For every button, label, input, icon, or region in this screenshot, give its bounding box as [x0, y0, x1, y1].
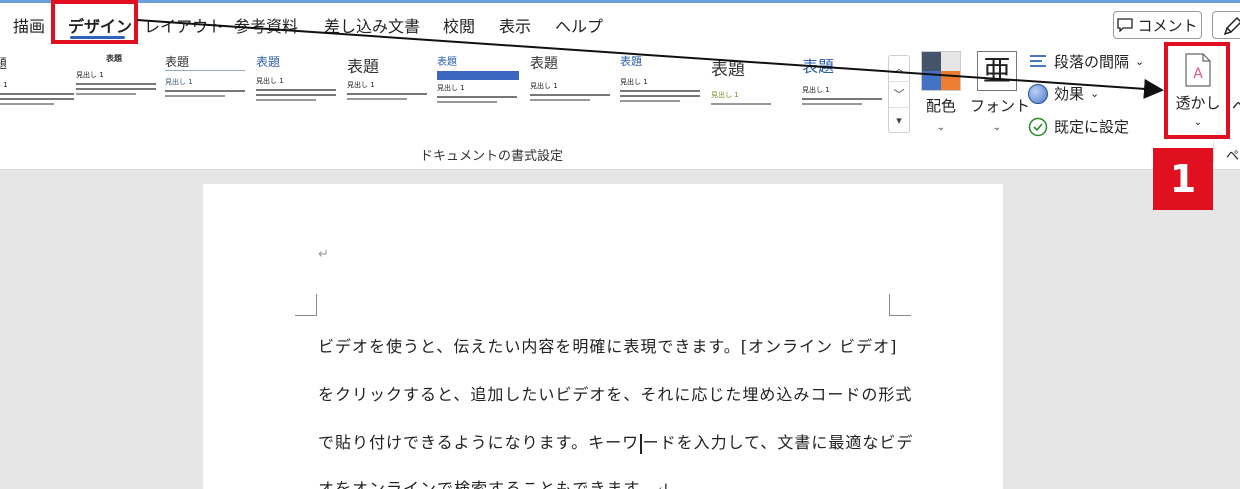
group-label-document-formatting: ドキュメントの書式設定 [420, 149, 564, 164]
paragraph-spacing-label: 段落の間隔 [1054, 53, 1130, 71]
gallery-scroll-down-icon[interactable]: ﹀ [889, 82, 909, 108]
tab-references[interactable]: 参考資料 [234, 13, 298, 37]
chevron-down-icon: ⌄ [936, 122, 946, 133]
chevron-down-icon: ⌄ [1135, 55, 1145, 68]
fonts-button[interactable]: 亜 フォント ⌄ [970, 51, 1031, 133]
document-text-line[interactable]: で貼り付けできるようになります。キーワ ードを入力して、文書に最適なビデ [318, 429, 913, 454]
color-palette-icon [921, 51, 961, 91]
chevron-down-icon: ⌄ [1090, 87, 1100, 100]
tab-mailings[interactable]: 差し込み文書 [324, 13, 420, 37]
highlight-watermark-button [1164, 42, 1230, 139]
font-icon: 亜 [977, 51, 1017, 91]
effects-label: 効果 [1054, 85, 1085, 103]
paragraph-spacing-icon [1030, 54, 1046, 67]
gallery-more-icon[interactable]: ▾ [889, 108, 909, 134]
style-set-thumb[interactable]: 表題 見出し 1 [437, 53, 521, 123]
comment-button[interactable]: コメント [1113, 11, 1202, 39]
style-set-thumb[interactable]: 表題 見出し 1 [256, 53, 340, 123]
page-color-partial-label[interactable]: ペ [1232, 95, 1240, 116]
check-circle-icon [1028, 117, 1048, 136]
text-cursor [640, 433, 642, 454]
chevron-down-icon: ⌄ [992, 122, 1002, 133]
gallery-scroll-up-icon[interactable]: ︿ [889, 56, 909, 82]
colors-button-label: 配色 [925, 97, 956, 115]
style-set-thumb[interactable]: 表題 見出し 1 [530, 53, 614, 123]
style-set-thumb[interactable]: 表題 見出し 1 [165, 53, 249, 123]
style-set-thumb[interactable]: 題 し 1 [0, 53, 78, 123]
tab-review[interactable]: 校閲 [443, 13, 475, 37]
document-text-segment: で貼り付けできるようになります。キーワ [318, 433, 640, 452]
document-text-segment: ードを入力して、文書に最適なビデ [642, 433, 914, 452]
set-default-button[interactable]: 既定に設定 [1028, 116, 1129, 137]
document-text-line[interactable]: ビデオを使うと、伝えたい内容を明確に表現できます。[オンライン ビデオ] [318, 333, 897, 357]
gallery-scroll: ︿ ﹀ ▾ [888, 55, 910, 133]
style-set-thumb[interactable]: 表題 見出し 1 [76, 53, 160, 123]
tab-layout[interactable]: レイアウト [144, 13, 224, 37]
style-set-gallery: 題 し 1 表題 見出し 1 表題 見出し 1 表題 見出し 1 表題 見出し … [0, 53, 888, 123]
style-set-thumb[interactable]: 表題 見出し 1 [347, 53, 431, 123]
style-set-thumb[interactable]: 表題 見出し 1 [711, 53, 795, 123]
margin-corner-right [889, 294, 911, 316]
group-divider [1213, 141, 1214, 163]
ribbon-tab-bar: 描画 デザイン レイアウト 参考資料 差し込み文書 校閲 表示 ヘルプ コメント [0, 3, 1240, 43]
ribbon-design: 題 し 1 表題 見出し 1 表題 見出し 1 表題 見出し 1 表題 見出し … [0, 43, 1240, 170]
comment-icon [1117, 18, 1134, 32]
margin-corner-left [295, 294, 317, 316]
effects-icon [1028, 83, 1048, 104]
page-background-group-partial-label: ペ [1226, 149, 1240, 164]
paragraph-mark: ↵ [318, 247, 329, 262]
comment-button-label: コメント [1137, 16, 1198, 35]
document-text-line[interactable]: オをオンラインで検索することもできます。↵ [318, 475, 670, 489]
paragraph-spacing-button[interactable]: 段落の間隔 ⌄ [1028, 51, 1144, 72]
editing-button[interactable] [1212, 11, 1240, 39]
tab-draw[interactable]: 描画 [13, 13, 45, 37]
effects-button[interactable]: 効果 ⌄ [1028, 83, 1099, 104]
style-set-thumb[interactable]: 表題 見出し 1 [620, 53, 704, 123]
tab-help[interactable]: ヘルプ [555, 13, 603, 37]
step-number-badge: 1 [1153, 148, 1213, 210]
colors-button[interactable]: 配色 ⌄ [920, 51, 962, 133]
fonts-button-label: フォント [970, 97, 1031, 115]
set-default-label: 既定に設定 [1054, 118, 1130, 136]
style-set-thumb[interactable]: 表題 見出し 1 [802, 53, 886, 123]
tab-view[interactable]: 表示 [499, 13, 531, 37]
pencil-icon [1223, 16, 1240, 36]
highlight-design-tab [51, 0, 138, 44]
document-text-line[interactable]: をクリックすると、追加したいビデオを、それに応じた埋め込みコードの形式 [318, 381, 912, 405]
